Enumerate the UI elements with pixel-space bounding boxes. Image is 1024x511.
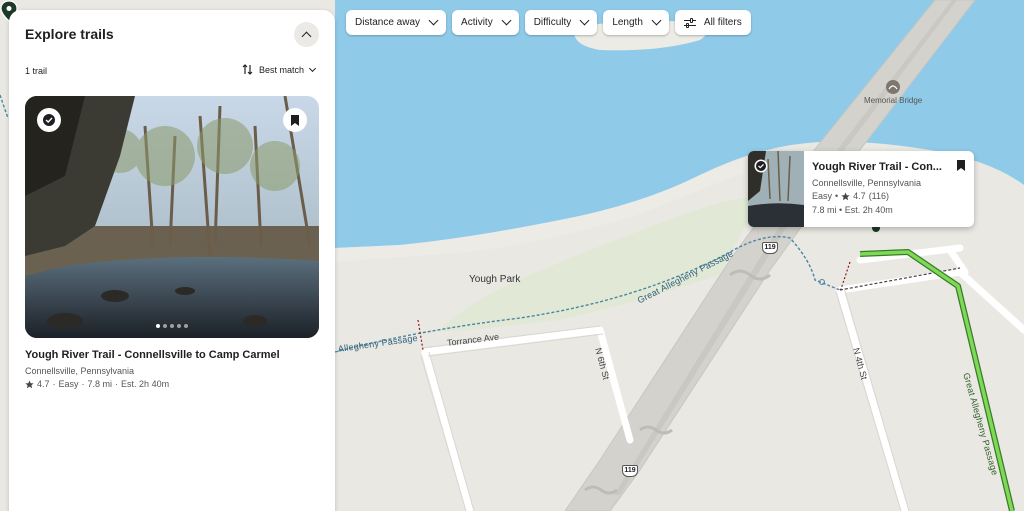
sliders-icon (683, 17, 696, 28)
panel-title: Explore trails (25, 26, 114, 42)
star-icon (25, 379, 34, 388)
popup-duration: Est. 2h 40m (844, 205, 893, 215)
chevron-down-icon (651, 15, 662, 26)
filter-label: Difficulty (533, 17, 572, 28)
trail-count: 1 trail (25, 66, 48, 76)
trail-length: 7.8 mi (87, 379, 113, 389)
trail-card-photo[interactable] (25, 96, 319, 338)
chevron-up-icon (301, 31, 312, 42)
filter-label: Activity (461, 17, 493, 28)
chevron-down-icon (428, 15, 439, 26)
chevron-down-icon (579, 15, 590, 26)
filter-distance-away[interactable]: Distance away (346, 10, 447, 35)
route-119-shield: 119 (622, 465, 638, 477)
memorial-bridge-label: Memorial Bridge (864, 96, 923, 105)
trail-card-location: Connellsville, Pennsylvania (25, 366, 135, 376)
route-119-shield: 119 (762, 242, 778, 254)
filter-bar: Distance away Activity Difficulty Length… (346, 10, 751, 35)
verified-badge-icon (37, 108, 61, 132)
bookmark-icon[interactable] (956, 159, 966, 177)
landmark-icon[interactable] (886, 80, 900, 94)
popup-trail-title: Yough River Trail - Con... (812, 161, 942, 173)
yough-park-label: Yough Park (469, 274, 521, 285)
popup-rating: 4.7 (853, 191, 866, 201)
chevron-down-icon (501, 15, 512, 26)
popup-difficulty: Easy (812, 191, 833, 201)
star-icon (841, 191, 850, 200)
sort-dropdown[interactable]: Best match (242, 64, 317, 75)
popup-trail-stats: 7.8 mi • Est. 2h 40m (812, 205, 893, 215)
popup-review-count: (116) (868, 191, 890, 201)
photo-carousel-dots[interactable] (156, 324, 188, 328)
filter-label: Distance away (355, 17, 421, 28)
filter-length[interactable]: Length (603, 10, 669, 35)
popup-trail-meta: Easy • 4.7 (116) (812, 191, 890, 201)
explore-trails-panel: Explore trails 1 trail Best match Yough … (9, 10, 335, 511)
all-filters-button[interactable]: All filters (674, 10, 751, 35)
chevron-down-icon (308, 64, 317, 72)
trail-photo (25, 96, 319, 338)
trail-card-title[interactable]: Yough River Trail - Connellsville to Cam… (25, 349, 280, 361)
sort-label: Best match (258, 64, 304, 75)
bookmark-icon[interactable] (283, 108, 307, 132)
sort-arrows-icon (242, 64, 253, 75)
trail-rating: 4.7 (37, 379, 50, 389)
trail-duration: Est. 2h 40m (121, 379, 170, 389)
filter-activity[interactable]: Activity (452, 10, 519, 35)
filter-difficulty[interactable]: Difficulty (524, 10, 598, 35)
verified-badge-icon (754, 159, 768, 173)
trail-map-popup[interactable]: Yough River Trail - Con... Connellsville… (748, 151, 974, 227)
trail-card-meta: 4.7 · Easy · 7.8 mi · Est. 2h 40m (25, 379, 169, 389)
popup-trail-location: Connellsville, Pennsylvania (812, 178, 922, 188)
popup-length: 7.8 mi (812, 205, 837, 215)
trail-difficulty: Easy (58, 379, 79, 389)
collapse-panel-button[interactable] (294, 22, 319, 47)
filter-label: Length (612, 17, 643, 28)
filter-label: All filters (703, 17, 742, 28)
